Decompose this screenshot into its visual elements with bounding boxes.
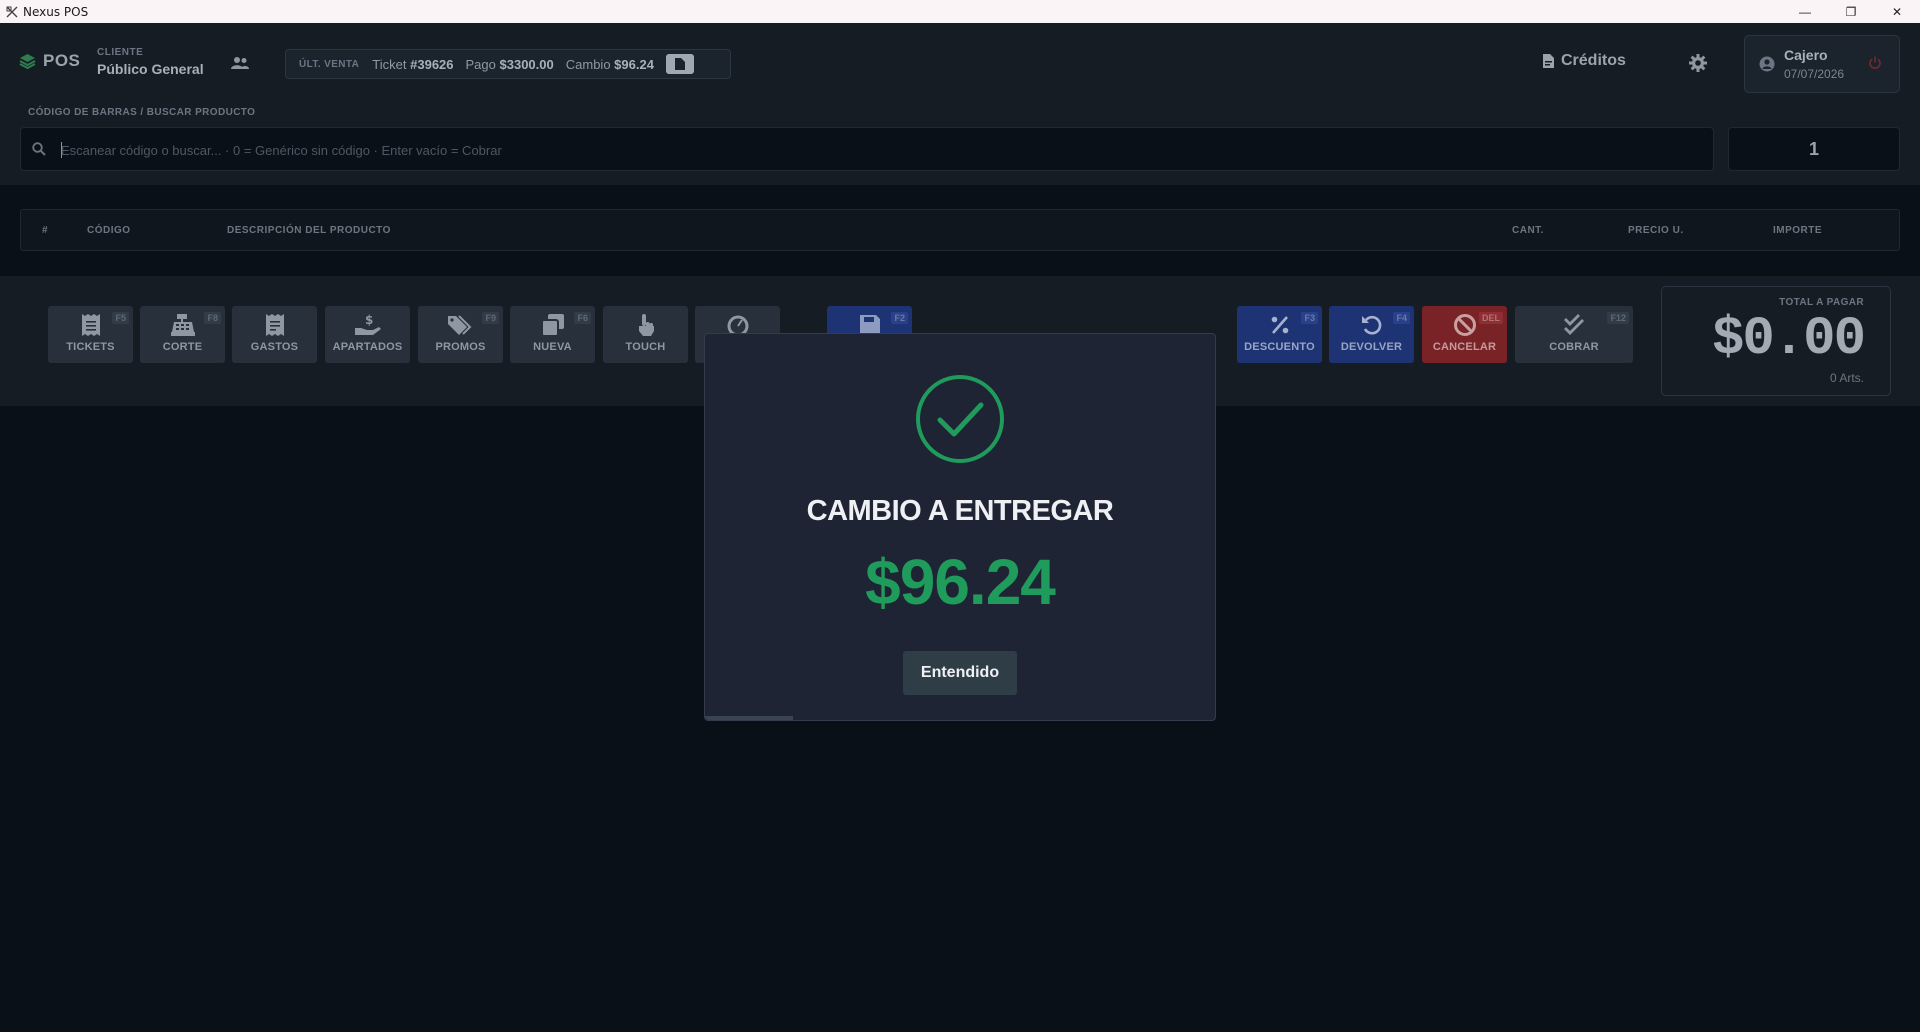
corte-label: CORTE [162, 341, 203, 353]
hand-pointer-icon [636, 313, 656, 337]
promos-key: F9 [482, 312, 499, 324]
copy-window-icon [541, 313, 564, 337]
ban-icon [1453, 313, 1477, 337]
creditos-label: Créditos [1561, 52, 1626, 69]
search-label: CÓDIGO DE BARRAS / BUSCAR PRODUCTO [28, 107, 256, 118]
corte-key: F8 [204, 312, 221, 324]
client-info: CLIENTE Público General [97, 47, 204, 77]
total-articles: 0 Arts. [1829, 371, 1864, 385]
change-modal: CAMBIO A ENTREGAR $96.24 Entendido [704, 333, 1216, 721]
touch-label: TOUCH [625, 341, 666, 353]
last-sale-tag: ÚLT. VENTA [299, 58, 360, 70]
descuento-button[interactable]: F3 DESCUENTO [1237, 306, 1322, 363]
cancelar-key: DEL [1479, 312, 1503, 324]
modal-title: CAMBIO A ENTREGAR [806, 495, 1114, 527]
text-caret [61, 142, 62, 158]
tickets-button[interactable]: F5 TICKETS [48, 306, 133, 363]
cashier-panel[interactable]: Cajero 07/07/2026 [1744, 35, 1900, 93]
layers-icon [19, 54, 36, 69]
cobrar-key: F12 [1607, 312, 1629, 324]
total-amount: $0.00 [1711, 309, 1866, 370]
cash-register-icon [170, 313, 195, 337]
user-circle-icon [1759, 56, 1775, 72]
cancelar-button[interactable]: DEL CANCELAR [1422, 306, 1507, 363]
svg-text:$: $ [365, 314, 373, 327]
cashier-name: Cajero [1784, 47, 1828, 63]
creditos-button[interactable]: Créditos [1543, 52, 1626, 70]
app-icon [4, 4, 20, 20]
col-amount: IMPORTE [1773, 225, 1823, 236]
last-sale-ticket: Ticket #39626 [372, 56, 454, 72]
minimize-button[interactable]: — [1782, 0, 1828, 23]
settings-button[interactable] [1687, 52, 1709, 74]
tags-icon [447, 313, 474, 337]
nueva-button[interactable]: F6 NUEVA [510, 306, 595, 363]
devolver-key: F4 [1393, 312, 1410, 324]
col-description: DESCRIPCIÓN DEL PRODUCTO [227, 225, 391, 236]
gastos-button[interactable]: GASTOS [232, 306, 317, 363]
check-circle-icon [916, 375, 1004, 463]
last-sale-bar: ÚLT. VENTA Ticket #39626 Pago $3300.00 C… [285, 49, 731, 79]
pos-logo: POS [19, 51, 80, 71]
search-box [20, 127, 1714, 171]
select-client-button[interactable] [229, 53, 251, 73]
reprint-button[interactable] [665, 54, 694, 74]
gear-icon [1689, 54, 1707, 72]
pos-header: POS CLIENTE Público General ÚLT. VENTA T… [0, 23, 1920, 251]
tickets-label: TICKETS [66, 341, 115, 353]
promos-button[interactable]: F9 PROMOS [418, 306, 503, 363]
apartados-button[interactable]: $ APARTADOS [325, 306, 410, 363]
modal-progress-bar [705, 716, 793, 720]
hand-dollar-icon: $ [354, 313, 381, 337]
power-icon[interactable] [1868, 56, 1882, 70]
quantity-field[interactable]: 1 [1728, 127, 1900, 171]
change-amount: $96.24 [865, 546, 1056, 618]
cancelar-label: CANCELAR [1432, 341, 1497, 353]
gastos-label: GASTOS [250, 341, 299, 353]
col-code: CÓDIGO [87, 225, 131, 236]
cart-table-header: # CÓDIGO DESCRIPCIÓN DEL PRODUCTO CANT. … [20, 209, 1900, 251]
col-number: # [42, 225, 49, 236]
descuento-key: F3 [1301, 312, 1318, 324]
maximize-button[interactable]: ❐ [1828, 0, 1874, 23]
receipt-icon [81, 313, 100, 337]
file-invoice-icon [1543, 54, 1554, 68]
client-name: Público General [97, 61, 204, 77]
nueva-key: F6 [574, 312, 591, 324]
descuento-label: DESCUENTO [1244, 341, 1315, 353]
search-input[interactable] [61, 136, 1701, 164]
corte-button[interactable]: F8 CORTE [140, 306, 225, 363]
col-quantity: CANT. [1512, 225, 1544, 236]
apartados-label: APARTADOS [332, 341, 403, 353]
cobrar-label: COBRAR [1549, 341, 1599, 353]
check-double-icon [1563, 313, 1585, 337]
nueva-label: NUEVA [533, 341, 572, 353]
percent-icon [1270, 313, 1290, 337]
devolver-label: DEVOLVER [1340, 341, 1403, 353]
last-sale-pago: Pago $3300.00 [465, 56, 554, 72]
close-button[interactable]: ✕ [1874, 0, 1920, 23]
tickets-key: F5 [112, 312, 129, 324]
touch-button[interactable]: TOUCH [603, 306, 688, 363]
save-key: F2 [891, 312, 908, 324]
col-unit-price: PRECIO U. [1628, 225, 1684, 236]
cobrar-button[interactable]: F12 COBRAR [1515, 306, 1633, 363]
users-icon [231, 57, 249, 69]
promos-label: PROMOS [435, 341, 486, 353]
window-titlebar: Nexus POS — ❐ ✕ [0, 0, 1920, 23]
total-label: TOTAL A PAGAR [1779, 297, 1864, 308]
entendido-button[interactable]: Entendido [903, 651, 1017, 695]
last-sale-cambio: Cambio $96.24 [565, 56, 654, 72]
expense-receipt-icon [265, 313, 284, 337]
total-panel: TOTAL A PAGAR $0.00 0 Arts. [1661, 286, 1891, 396]
window-title: Nexus POS [23, 4, 89, 19]
devolver-button[interactable]: F4 DEVOLVER [1329, 306, 1414, 363]
file-icon [674, 58, 685, 70]
logo-text: POS [43, 51, 81, 70]
search-icon [32, 142, 46, 156]
client-label: CLIENTE [97, 47, 144, 58]
undo-icon [1361, 313, 1383, 337]
cashier-date: 07/07/2026 [1784, 67, 1845, 81]
